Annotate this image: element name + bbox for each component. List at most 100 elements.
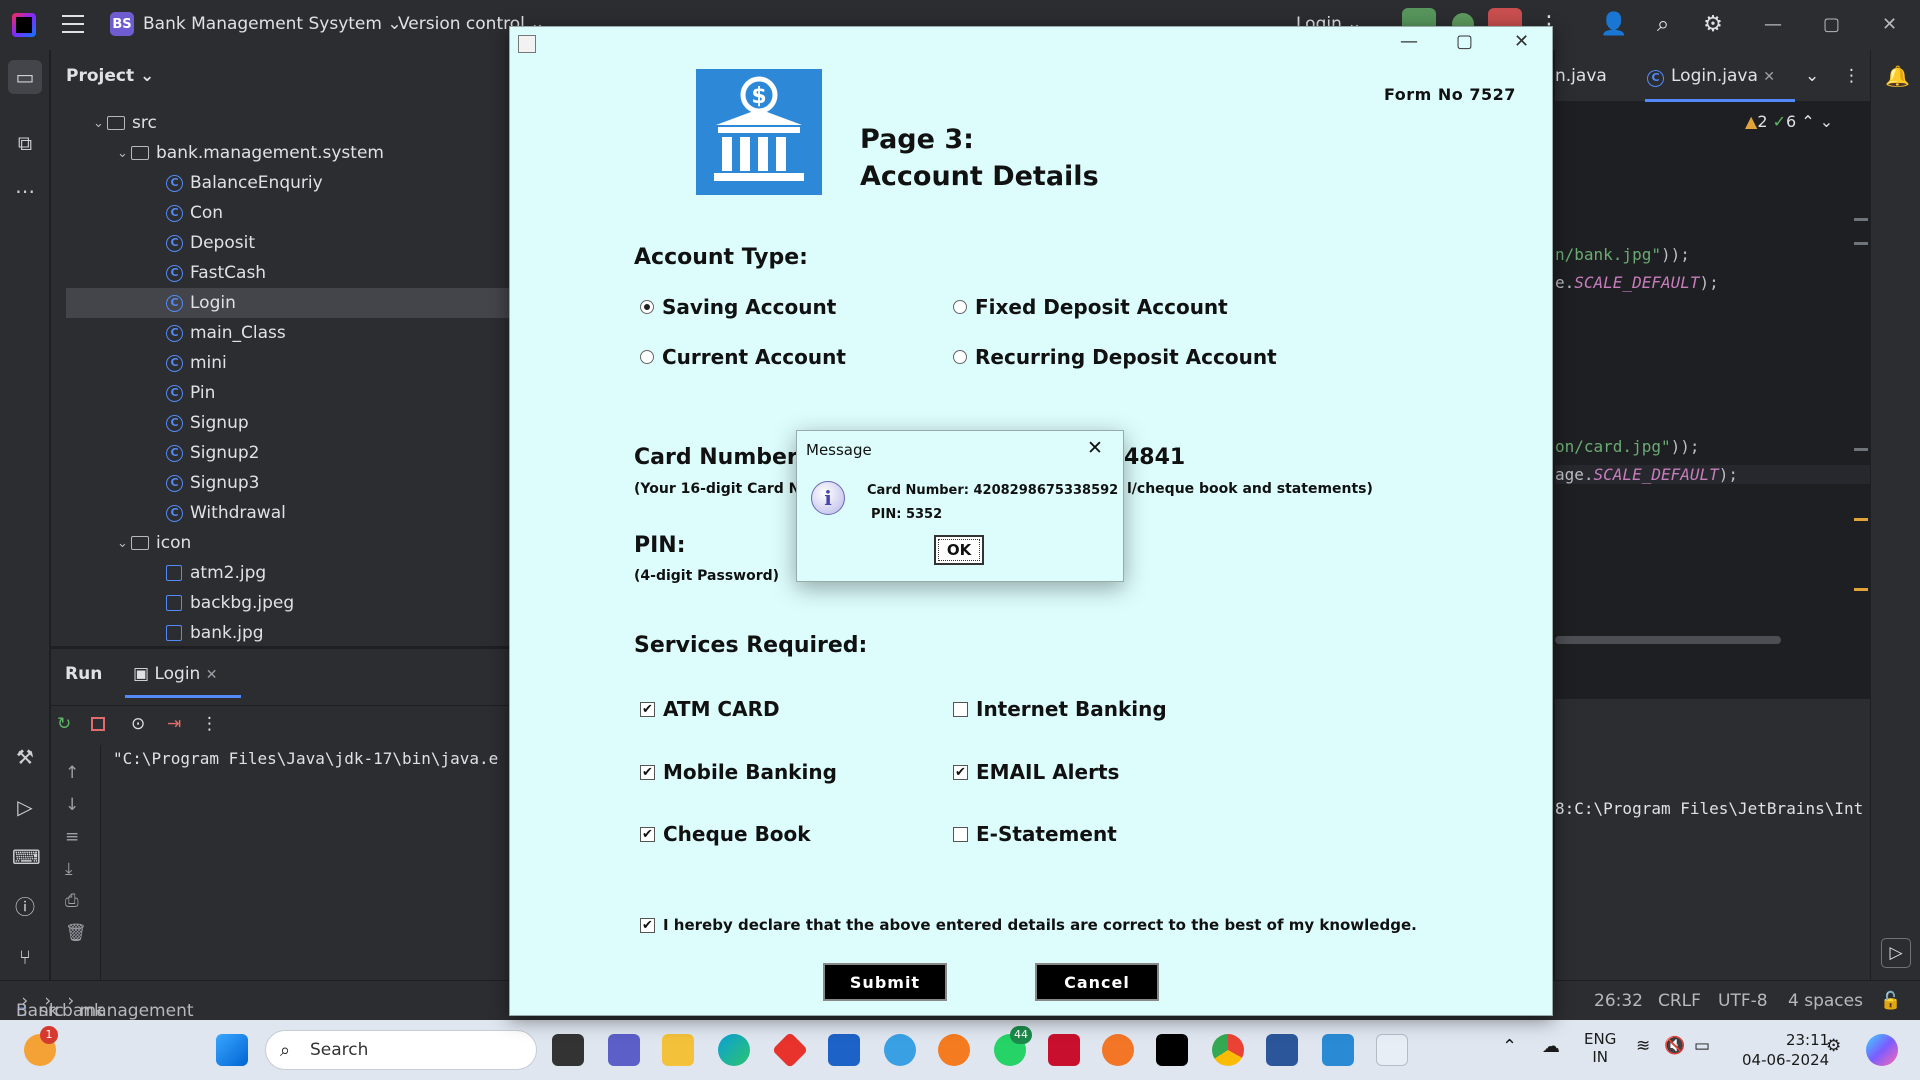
volume-muted-icon[interactable]: 🔇	[1664, 1036, 1685, 1056]
chevron-down-icon[interactable]: ⌄	[1805, 66, 1819, 86]
file-explorer-icon[interactable]	[662, 1034, 694, 1066]
tree-icon-folder[interactable]: ⌄ icon	[51, 528, 511, 558]
line-separator[interactable]: CRLF	[1658, 991, 1701, 1011]
code-line[interactable]: n/bank.jpg"));	[1555, 245, 1690, 264]
radio-fixed-deposit[interactable]: Fixed Deposit Account	[953, 295, 1228, 319]
tree-class-item[interactable]: C Pin	[51, 378, 511, 408]
project-folder-icon[interactable]: ▭	[8, 60, 42, 94]
tree-file-item[interactable]: bank.jpg	[51, 618, 511, 648]
radio-button[interactable]	[640, 350, 654, 364]
checkbox-internet-banking[interactable]: Internet Banking	[953, 697, 1167, 721]
build-hammer-icon[interactable]: ⚒	[12, 744, 38, 770]
wifi-icon[interactable]: ≋	[1636, 1036, 1650, 1056]
rerun-icon[interactable]: ↻	[57, 714, 71, 734]
search-icon[interactable]: ⌕	[1650, 12, 1676, 38]
maximize-icon[interactable]: ▢	[1456, 31, 1473, 52]
camera-icon[interactable]: ⊙	[131, 714, 145, 734]
radio-button[interactable]	[953, 350, 967, 364]
radio-recurring-deposit[interactable]: Recurring Deposit Account	[953, 345, 1277, 369]
scroll-to-end-icon[interactable]: ⤓	[65, 859, 73, 879]
chevron-up-icon[interactable]: ⌃	[1801, 112, 1814, 131]
services-icon[interactable]: ▷	[12, 794, 38, 820]
up-arrow-icon[interactable]: ↑	[65, 763, 79, 783]
close-icon[interactable]: ✕	[1882, 14, 1897, 35]
run-tab-login[interactable]: ▣ Login ✕	[133, 664, 217, 684]
add-user-icon[interactable]: 👤	[1600, 12, 1627, 38]
radio-saving-account[interactable]: Saving Account	[640, 295, 836, 319]
checkbox-checked[interactable]: ✔	[640, 701, 655, 717]
print-icon[interactable]: ⎙	[65, 891, 79, 911]
tree-file-item[interactable]: backbg.jpeg	[51, 588, 511, 618]
submit-button[interactable]: Submit	[823, 963, 947, 1001]
trash-icon[interactable]: 🗑	[65, 923, 87, 943]
tree-class-item[interactable]: Cmain_Class	[51, 318, 511, 348]
caret-position[interactable]: 26:32	[1594, 991, 1643, 1011]
anydesk-icon[interactable]	[771, 1031, 809, 1069]
main-menu-icon[interactable]	[62, 15, 84, 35]
notification-icon[interactable]: ⚙	[1826, 1036, 1841, 1056]
chrome-icon[interactable]	[1212, 1034, 1244, 1066]
tree-class-item[interactable]: C Con	[51, 198, 511, 228]
terminal-icon[interactable]: ⌨	[12, 844, 41, 870]
checkbox-e-statement[interactable]: E-Statement	[953, 822, 1117, 846]
git-icon[interactable]: ⑂	[12, 944, 38, 970]
console-output[interactable]: 8:C:\Program Files\JetBrains\Int	[1555, 799, 1863, 818]
microsoft-store-icon[interactable]	[828, 1034, 860, 1066]
language-indicator[interactable]: ENG IN	[1584, 1030, 1616, 1066]
tree-class-item[interactable]: C FastCash	[51, 258, 511, 288]
close-icon[interactable]: ✕	[1087, 437, 1103, 459]
tree-class-item-selected[interactable]: C Login	[66, 288, 516, 318]
ok-button[interactable]: OK	[934, 535, 984, 565]
teams-icon[interactable]	[608, 1034, 640, 1066]
soft-wrap-icon[interactable]: ≡	[65, 827, 79, 847]
radio-current-account[interactable]: Current Account	[640, 345, 846, 369]
tree-class-item[interactable]: C Withdrawal	[51, 498, 511, 528]
checkbox-unchecked[interactable]	[953, 701, 968, 717]
cancel-button[interactable]: Cancel	[1035, 963, 1159, 1001]
project-badge[interactable]: BS	[110, 12, 134, 36]
tree-class-item[interactable]: C Signup3	[51, 468, 511, 498]
checkbox-checked[interactable]: ✔	[953, 764, 968, 780]
windows-start-icon[interactable]	[216, 1034, 248, 1066]
indent-setting[interactable]: 4 spaces	[1788, 991, 1863, 1011]
tree-class-item[interactable]: C BalanceEnquriy	[51, 168, 511, 198]
project-panel-header[interactable]: Project ⌄	[66, 66, 154, 86]
battery-icon[interactable]: ▭	[1694, 1036, 1710, 1056]
horizontal-scrollbar[interactable]	[1555, 636, 1781, 644]
chevron-up-icon[interactable]: ⌃	[1502, 1036, 1517, 1057]
checkbox-mobile-banking[interactable]: ✔ Mobile Banking	[640, 760, 837, 784]
code-line[interactable]: on/card.jpg"));	[1555, 437, 1700, 456]
jupyter-icon[interactable]	[1102, 1034, 1134, 1066]
structure-icon[interactable]: ⧉	[12, 130, 38, 156]
more-icon[interactable]: ⋮	[201, 714, 218, 734]
down-arrow-icon[interactable]: ↓	[65, 795, 79, 815]
copilot-icon[interactable]	[1866, 1034, 1898, 1066]
problems-icon[interactable]: ⓘ	[12, 894, 38, 920]
editor-tab-active[interactable]: C Login.java ✕	[1647, 66, 1775, 87]
breadcrumb-item[interactable]: management	[80, 1001, 194, 1021]
maximize-icon[interactable]: ▢	[1823, 14, 1840, 35]
checkbox-atm-card[interactable]: ✔ ATM CARD	[640, 697, 780, 721]
minimize-icon[interactable]: —	[1400, 31, 1418, 52]
more-tools-icon[interactable]: ⋯	[12, 178, 38, 204]
clock[interactable]: 23:11 04-06-2024	[1742, 1030, 1829, 1070]
code-line-current[interactable]: age.SCALE_DEFAULT);	[1555, 465, 1870, 484]
task-view-icon[interactable]	[552, 1034, 584, 1066]
checkbox-email-alerts[interactable]: ✔ EMAIL Alerts	[953, 760, 1119, 784]
notifications-bell-icon[interactable]: 🔔	[1885, 64, 1910, 88]
word-icon[interactable]	[1266, 1034, 1298, 1066]
stop-icon[interactable]	[91, 717, 105, 731]
file-encoding[interactable]: UTF-8	[1718, 991, 1768, 1011]
radio-button[interactable]	[953, 300, 967, 314]
exit-icon[interactable]: ⇥	[167, 714, 181, 734]
project-switcher[interactable]: Bank Management Sysytem ⌄	[143, 14, 402, 34]
close-icon[interactable]: ✕	[1514, 31, 1529, 52]
checkbox-checked[interactable]: ✔	[640, 826, 655, 842]
close-tab-icon[interactable]: ✕	[206, 667, 218, 683]
checkbox-checked[interactable]: ✔	[640, 917, 655, 933]
checkbox-cheque-book[interactable]: ✔ Cheque Book	[640, 822, 811, 846]
run-widget-icon[interactable]: ▷	[1881, 938, 1911, 968]
firefox-icon[interactable]	[938, 1034, 970, 1066]
checkbox-checked[interactable]: ✔	[640, 764, 655, 780]
console-output[interactable]: "C:\Program Files\Java\jdk-17\bin\java.e	[113, 749, 498, 768]
